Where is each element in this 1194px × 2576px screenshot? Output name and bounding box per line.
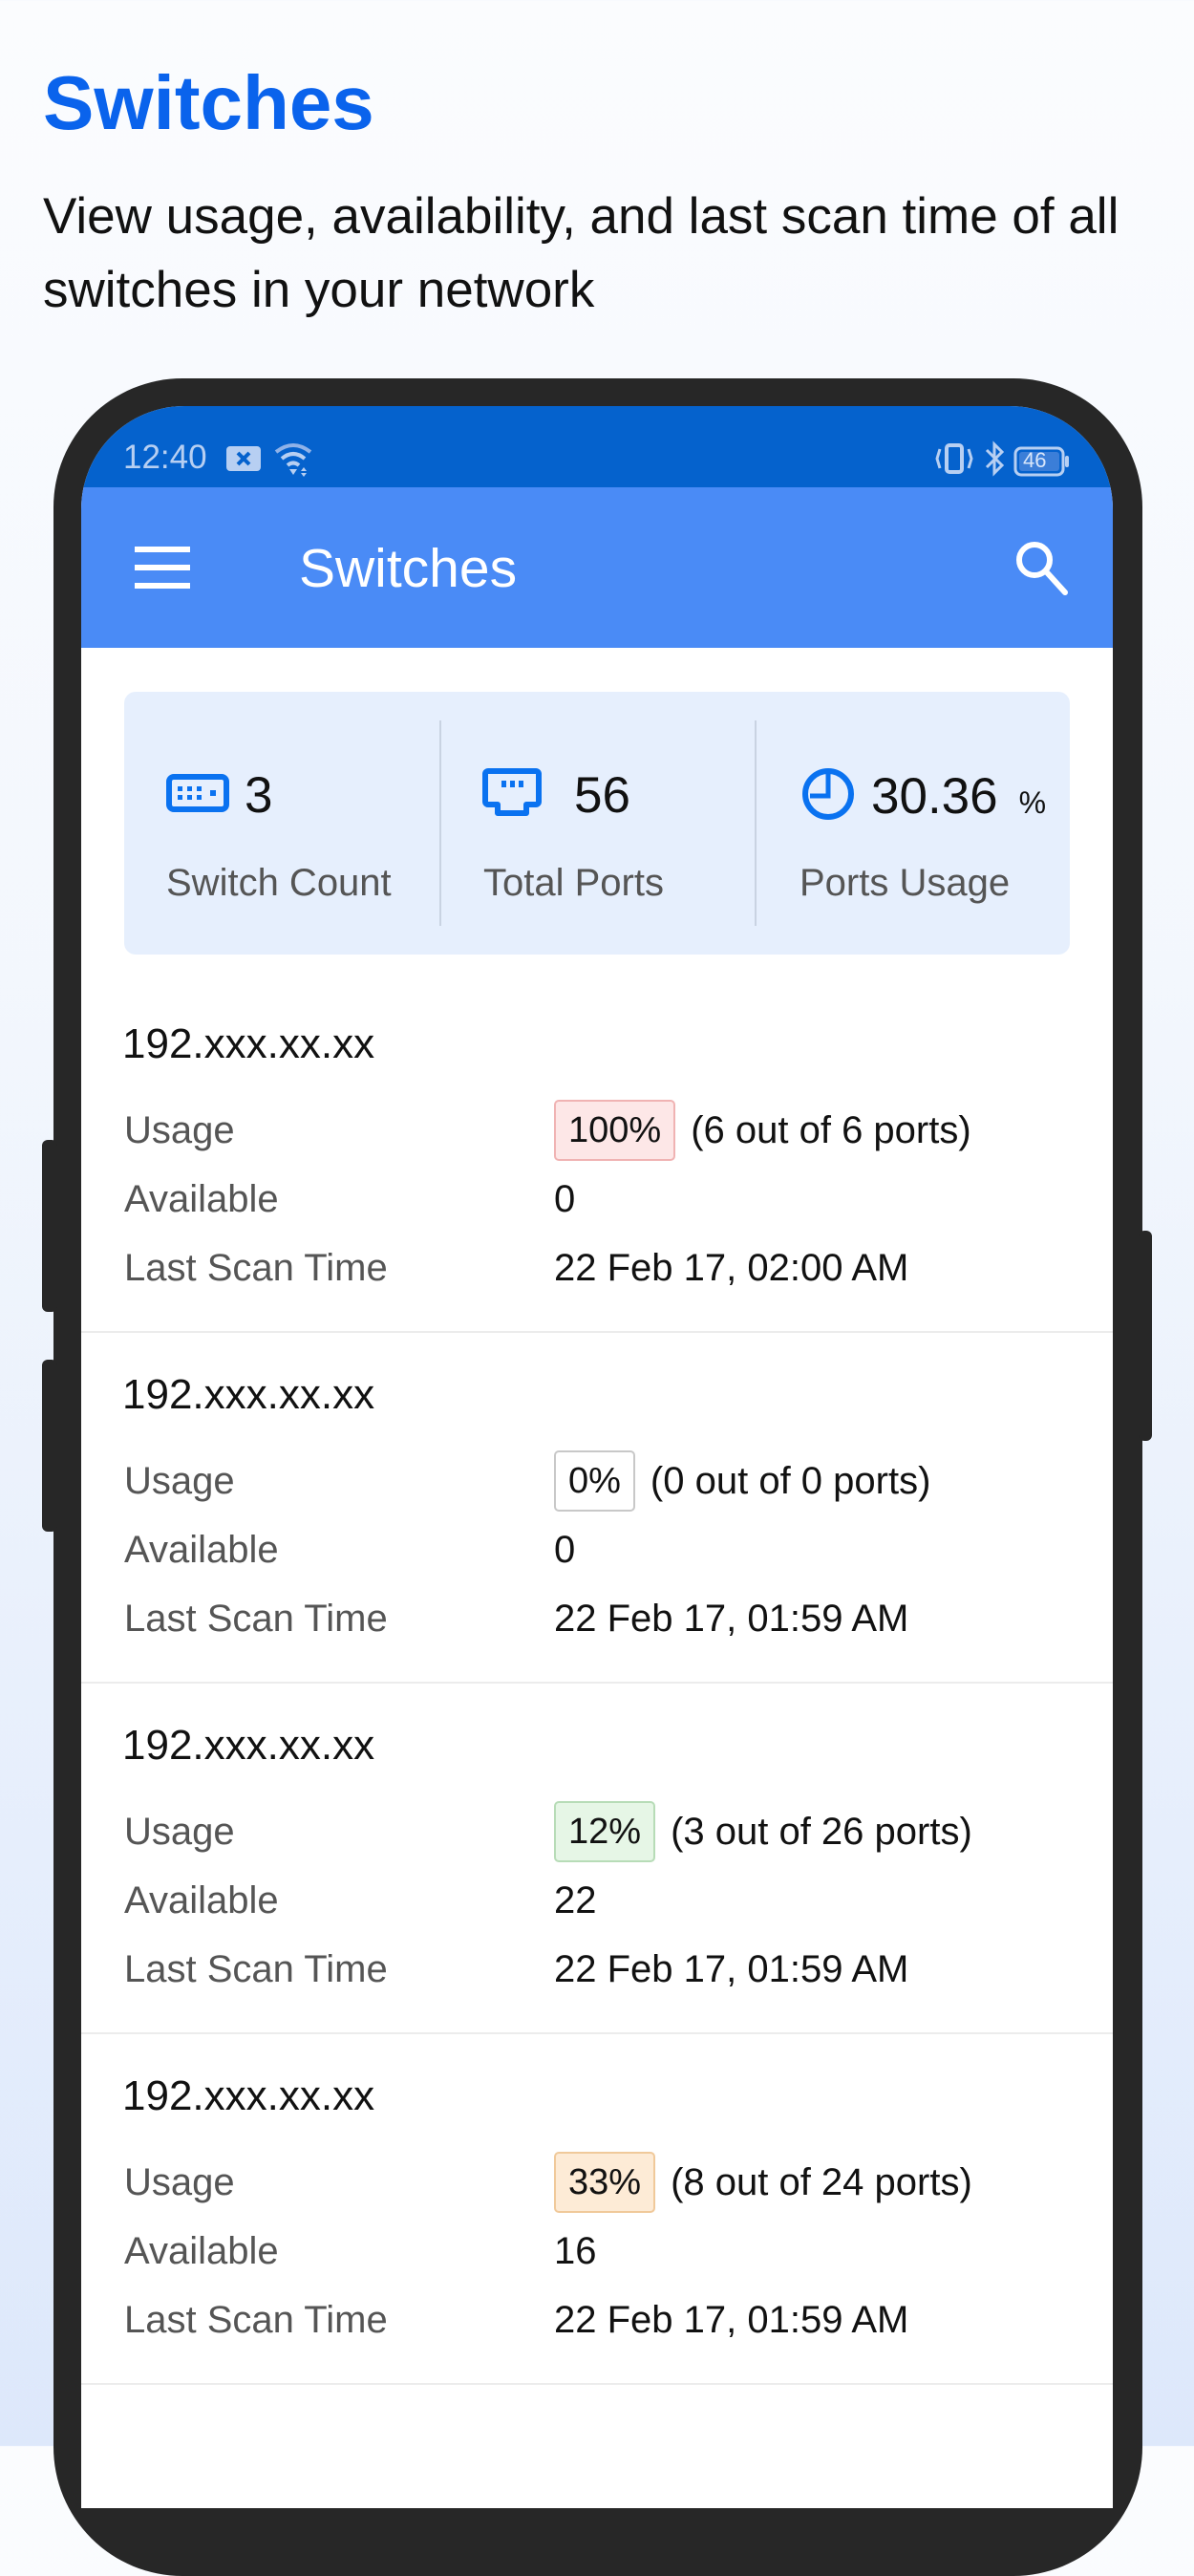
usage-badge: 100%: [554, 1100, 676, 1161]
summary-label: Total Ports: [483, 862, 664, 904]
summary-ports-usage: 30.36 % Ports Usage: [755, 692, 1070, 955]
usage-row: Usage 12% (3 out of 26 ports): [124, 1801, 972, 1862]
available-label: Available: [124, 1879, 279, 1921]
search-icon[interactable]: [1013, 539, 1071, 596]
usage-row: Usage 100% (6 out of 6 ports): [124, 1100, 971, 1161]
switch-list: 192.xxx.xx.xx Usage 100% (6 out of 6 port…: [81, 982, 1113, 2385]
last-scan-row: Last Scan Time 22 Feb 17, 02:00 AM: [124, 1247, 908, 1290]
available-row: Available 16: [124, 2230, 597, 2273]
last-scan-row: Last Scan Time 22 Feb 17, 01:59 AM: [124, 2299, 908, 2342]
last-scan-value: 22 Feb 17, 01:59 AM: [554, 1598, 909, 1640]
usage-detail: (6 out of 6 ports): [691, 1108, 971, 1151]
available-value: 0: [554, 1529, 576, 1571]
available-value: 0: [554, 1178, 576, 1220]
switch-ip: 192.xxx.xx.xx: [122, 1371, 375, 1418]
hero-title: Switches: [43, 60, 374, 145]
wifi-icon: [272, 440, 314, 482]
usage-row: Usage 33% (8 out of 24 ports): [124, 2152, 972, 2213]
summary-value: 56: [574, 767, 630, 824]
usage-badge: 33%: [554, 2152, 656, 2213]
usage-detail: (8 out of 24 ports): [671, 2160, 972, 2203]
last-scan-label: Last Scan Time: [124, 2299, 388, 2341]
usage-badge: 12%: [554, 1801, 656, 1862]
hero-subtitle: View usage, availability, and last scan …: [43, 188, 1119, 318]
summary-total-ports: 56 Total Ports: [439, 692, 755, 955]
last-scan-row: Last Scan Time 22 Feb 17, 01:59 AM: [124, 1948, 908, 1991]
status-bar: 12:40 46: [81, 406, 1113, 487]
available-label: Available: [124, 1178, 279, 1220]
switch-list-item[interactable]: 192.xxx.xx.xx Usage 12% (3 out of 26 port…: [81, 1684, 1113, 2034]
bluetooth-icon: [983, 440, 1006, 482]
switch-list-item[interactable]: 192.xxx.xx.xx Usage 100% (6 out of 6 port…: [81, 982, 1113, 1333]
notification-x-icon: [224, 443, 263, 479]
status-time: 12:40: [123, 439, 207, 476]
summary-value: 3: [245, 767, 273, 824]
summary-label: Switch Count: [166, 862, 392, 904]
phone-side-button: [42, 1360, 57, 1532]
last-scan-label: Last Scan Time: [124, 1948, 388, 1990]
available-label: Available: [124, 1529, 279, 1571]
vibrate-icon: [933, 441, 975, 481]
last-scan-label: Last Scan Time: [124, 1598, 388, 1640]
available-label: Available: [124, 2230, 279, 2272]
battery-icon: 46: [1013, 446, 1071, 477]
phone-side-button: [42, 1140, 57, 1312]
switch-list-item[interactable]: 192.xxx.xx.xx Usage 0% (0 out of 0 ports)…: [81, 1333, 1113, 1684]
phone-screen: 12:40 46 Switches 3 Switch Count 56 Tota…: [81, 406, 1113, 2508]
switch-ip: 192.xxx.xx.xx: [122, 2072, 375, 2119]
ethernet-port-icon: [482, 767, 542, 824]
app-bar-title: Switches: [299, 538, 518, 599]
battery-level: 46: [1023, 447, 1047, 472]
phone-side-button: [1139, 1231, 1152, 1441]
switch-icon: [166, 774, 229, 817]
last-scan-label: Last Scan Time: [124, 1247, 388, 1289]
summary-label: Ports Usage: [800, 862, 1011, 904]
available-value: 16: [554, 2230, 597, 2272]
last-scan-value: 22 Feb 17, 01:59 AM: [554, 2299, 909, 2341]
usage-badge: 0%: [554, 1450, 635, 1512]
usage-label: Usage: [124, 2160, 235, 2203]
switch-ip: 192.xxx.xx.xx: [122, 1722, 375, 1769]
pie-chart-icon: [800, 766, 856, 826]
summary-switch-count: 3 Switch Count: [124, 692, 439, 955]
usage-row: Usage 0% (0 out of 0 ports): [124, 1450, 930, 1512]
available-row: Available 0: [124, 1529, 575, 1572]
switch-ip: 192.xxx.xx.xx: [122, 1020, 375, 1067]
available-row: Available 0: [124, 1178, 575, 1221]
last-scan-row: Last Scan Time 22 Feb 17, 01:59 AM: [124, 1598, 908, 1641]
usage-label: Usage: [124, 1459, 235, 1502]
usage-detail: (3 out of 26 ports): [671, 1810, 972, 1853]
usage-detail: (0 out of 0 ports): [650, 1459, 931, 1502]
available-row: Available 22: [124, 1879, 597, 1922]
summary-value: 30.36: [871, 768, 998, 825]
available-value: 22: [554, 1879, 597, 1921]
usage-label: Usage: [124, 1810, 235, 1853]
usage-label: Usage: [124, 1108, 235, 1151]
hamburger-menu-icon[interactable]: [135, 547, 190, 589]
switch-list-item[interactable]: 192.xxx.xx.xx Usage 33% (8 out of 24 port…: [81, 2034, 1113, 2385]
app-bar: Switches: [81, 487, 1113, 648]
last-scan-value: 22 Feb 17, 01:59 AM: [554, 1948, 909, 1990]
summary-suffix: %: [1018, 785, 1047, 820]
summary-card: 3 Switch Count 56 Total Ports 30.36 % Po…: [124, 692, 1070, 955]
last-scan-value: 22 Feb 17, 02:00 AM: [554, 1247, 909, 1289]
